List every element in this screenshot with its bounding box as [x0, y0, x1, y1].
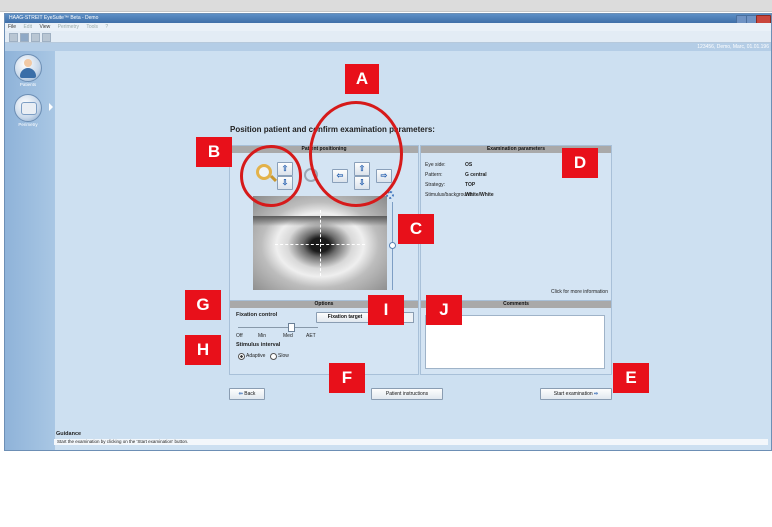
new-icon[interactable]: [9, 33, 18, 42]
start-examination-button[interactable]: Start examination ⇨: [540, 388, 612, 400]
patient-info-bar: 123456, Demo, Marc, 01.01.196: [5, 43, 771, 51]
toolbar: [5, 31, 771, 43]
annotation-i: I: [368, 295, 404, 325]
radio-slow-label: Slow: [278, 353, 289, 359]
param-eye-side: Eye side: OS: [425, 162, 473, 168]
arrow-left-icon: ⇦: [238, 391, 243, 397]
top-strip: [0, 0, 772, 12]
patient-icon: [14, 54, 42, 82]
sidebar-item-label: Patients: [19, 82, 37, 87]
title-bar: HAAG-STREIT EyeSuite™ Beta - Demo: [5, 14, 771, 24]
crosshair-vertical: [320, 210, 321, 276]
annotation-c: C: [398, 214, 434, 244]
annotation-circle-arrows: [309, 101, 403, 207]
fixation-slider-handle[interactable]: [288, 323, 295, 332]
radio-adaptive[interactable]: [238, 353, 245, 360]
back-button[interactable]: ⇦ Back: [229, 388, 265, 400]
radio-slow[interactable]: [270, 353, 277, 360]
annotation-j: J: [426, 295, 462, 325]
sidebar-item-perimetry[interactable]: Perimetry: [7, 94, 53, 127]
fixation-slider-tick: Off: [236, 333, 243, 339]
arrow-right-icon: ⇨: [594, 391, 599, 397]
sidebar: Patients Perimetry: [5, 51, 55, 450]
menu-view[interactable]: View: [39, 24, 50, 30]
fixation-target-button[interactable]: Fixation target: [316, 312, 374, 323]
fixation-slider-track[interactable]: [238, 327, 318, 328]
print-icon[interactable]: [31, 33, 40, 42]
focus-slider-handle[interactable]: [389, 242, 396, 249]
annotation-g: G: [185, 290, 221, 320]
param-pattern: Pattern: G central: [425, 172, 487, 178]
annotation-circle-zoom: [240, 145, 302, 207]
sidebar-item-label: Perimetry: [18, 122, 38, 127]
fixation-control-label: Fixation control: [236, 312, 278, 318]
menu-file[interactable]: File: [8, 24, 16, 30]
annotation-e: E: [613, 363, 649, 393]
menu-perimetry[interactable]: Perimetry: [58, 24, 79, 30]
sidebar-item-patients[interactable]: Patients: [7, 54, 49, 87]
param-strategy: Strategy: TOP: [425, 182, 476, 188]
stimulus-interval-label: Stimulus interval: [236, 342, 281, 348]
radio-adaptive-label: Adaptive: [246, 353, 266, 359]
annotation-b: B: [196, 137, 232, 167]
menu-help[interactable]: ?: [105, 24, 108, 30]
app-window: HAAG-STREIT EyeSuite™ Beta - Demo File E…: [4, 13, 772, 451]
perimetry-icon: [14, 94, 42, 122]
guidance-title: Guidance: [56, 431, 82, 437]
annotation-a: A: [345, 64, 379, 94]
annotation-d: D: [562, 148, 598, 178]
menu-edit[interactable]: Edit: [23, 24, 32, 30]
patient-instructions-button[interactable]: Patient instructions: [371, 388, 443, 400]
save-icon[interactable]: [20, 33, 29, 42]
main-content: Position patient and confirm examination…: [55, 51, 771, 450]
patient-info: 123456, Demo, Marc, 01.01.196: [697, 44, 769, 50]
menu-bar: File Edit View Perimetry Tools ?: [5, 23, 771, 31]
fixation-slider-tick: AET: [306, 333, 316, 339]
annotation-h: H: [185, 335, 221, 365]
window-title: HAAG-STREIT EyeSuite™ Beta - Demo: [9, 15, 99, 21]
menu-tools[interactable]: Tools: [86, 24, 98, 30]
annotation-f: F: [329, 363, 365, 393]
chevron-right-icon: [49, 103, 53, 111]
more-info-link[interactable]: Click for more information: [551, 289, 608, 295]
fixation-slider-tick: Med: [283, 333, 293, 339]
param-stimulus-background: Stimulus/background:White/White: [425, 192, 494, 198]
guidance-text: Start the examination by clicking on the…: [54, 439, 768, 445]
fixation-slider-tick: Min: [258, 333, 267, 339]
export-icon[interactable]: [42, 33, 51, 42]
eye-camera-image: [253, 196, 387, 290]
